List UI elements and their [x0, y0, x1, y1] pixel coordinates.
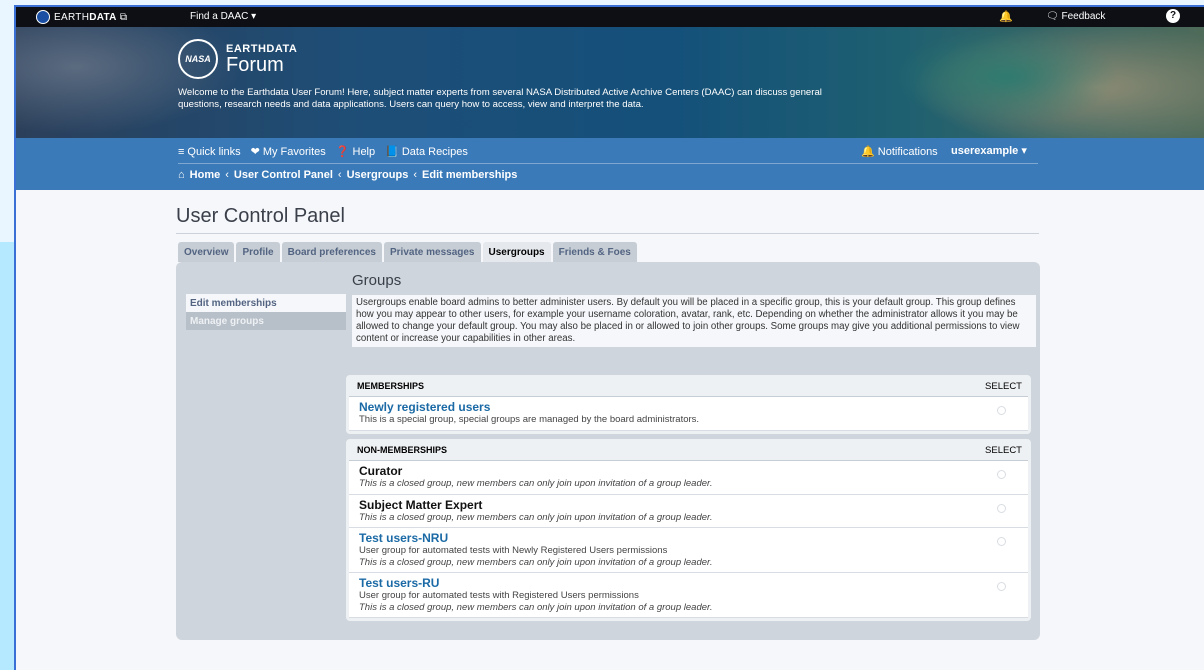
book-icon: 📘 — [385, 146, 399, 158]
memberships-table: MEMBERSHIPS SELECT Newly registered user… — [346, 375, 1031, 434]
data-recipes-link[interactable]: 📘 Data Recipes — [385, 145, 468, 159]
my-favorites-link[interactable]: ❤ My Favorites — [250, 145, 326, 159]
user-menu[interactable]: userexample ▾ — [951, 144, 1027, 157]
nasa-logo-icon: NASA — [178, 39, 218, 79]
bell-icon[interactable]: 🔔 — [999, 10, 1013, 23]
list-item: Curator This is a closed group, new memb… — [349, 461, 1028, 495]
external-link-icon: ⧉ — [119, 11, 128, 23]
forum-intro-text: Welcome to the Earthdata User Forum! Her… — [178, 87, 822, 110]
left-accent-strip — [0, 242, 14, 670]
earthdata-brand-link[interactable]: EARTHDATA ⧉ — [36, 10, 127, 24]
feedback-label: Feedback — [1061, 11, 1106, 22]
memberships-header: MEMBERSHIPS — [357, 381, 425, 391]
page-title: User Control Panel — [176, 205, 345, 227]
forum-logo[interactable]: NASA EARTHDATA Forum — [178, 39, 297, 79]
question-icon: ❓ — [335, 146, 350, 158]
logo-forum-text: Forum — [226, 54, 284, 76]
quick-links-menu[interactable]: ≡ Quick links — [178, 145, 241, 158]
groups-description: Usergroups enable board admins to better… — [352, 295, 1036, 347]
group-select-radio[interactable] — [997, 503, 1006, 513]
username-label: userexample — [951, 145, 1019, 157]
menu-manage-groups[interactable]: Manage groups — [186, 312, 346, 330]
group-select-radio[interactable] — [997, 582, 1006, 591]
list-item: Test users-NRU User group for automated … — [349, 528, 1028, 573]
group-select-radio[interactable] — [997, 406, 1006, 415]
chat-icon: 🗨 — [1046, 11, 1059, 22]
list-item: Newly registered users This is a special… — [349, 397, 1028, 431]
breadcrumb-separator-icon: ‹ — [225, 169, 229, 181]
find-daac-dropdown[interactable]: Find a DAAC ▾ — [190, 11, 256, 22]
list-item: Subject Matter Expert This is a closed g… — [349, 494, 1028, 528]
caret-down-icon: ▾ — [1021, 145, 1027, 157]
group-description: This is a closed group, new members can … — [359, 478, 713, 489]
nasa-mini-icon — [36, 10, 50, 24]
forum-banner: NASA EARTHDATA Forum Welcome to the Eart… — [16, 27, 1204, 138]
tab-board-preferences[interactable]: Board preferences — [281, 242, 382, 262]
breadcrumb-home[interactable]: Home — [190, 169, 221, 181]
group-select-radio[interactable] — [997, 470, 1006, 479]
breadcrumb-ucp[interactable]: User Control Panel — [234, 169, 333, 181]
non-memberships-header: NON-MEMBERSHIPS — [357, 445, 448, 455]
group-description: User group for automated tests with Regi… — [359, 590, 639, 601]
breadcrumb-separator-icon: ‹ — [413, 169, 418, 181]
tab-friends-foes[interactable]: Friends & Foes — [552, 242, 637, 262]
groups-heading: Groups — [352, 272, 402, 289]
help-icon[interactable]: ? — [1166, 9, 1180, 23]
ucp-side-menu: Edit memberships Manage groups — [186, 294, 346, 330]
select-column-header: SELECT — [985, 445, 1022, 456]
breadcrumb-edit-memberships[interactable]: Edit memberships — [422, 169, 517, 181]
non-memberships-table: NON-MEMBERSHIPS SELECT Curator This is a… — [346, 439, 1031, 621]
breadcrumb-usergroups[interactable]: Usergroups — [347, 169, 409, 181]
tab-profile[interactable]: Profile — [236, 242, 280, 262]
group-name-curator: Curator — [359, 464, 403, 478]
earthdata-global-bar: EARTHDATA ⧉ Find a DAAC ▾ 🔔 🗨 Feedback ? — [16, 7, 1204, 27]
heart-icon: ❤ — [250, 146, 260, 158]
help-link[interactable]: ❓ Help — [335, 145, 375, 159]
browser-frame: EARTHDATA ⧉ Find a DAAC ▾ 🔔 🗨 Feedback ?… — [14, 5, 1204, 670]
group-description: User group for automated tests with Newl… — [359, 545, 668, 556]
breadcrumb: ⌂ Home ‹ User Control Panel ‹ Usergroups… — [178, 169, 517, 181]
bell-icon: 🔔 — [861, 146, 875, 158]
tab-overview[interactable]: Overview — [178, 242, 235, 262]
forum-navbar: ≡ Quick links ❤ My Favorites ❓ Help 📘 Data R… — [16, 138, 1204, 190]
breadcrumb-separator-icon: ‹ — [337, 169, 342, 181]
group-link-test-users-ru[interactable]: Test users-RU — [359, 576, 1020, 590]
menu-edit-memberships[interactable]: Edit memberships — [186, 294, 346, 312]
select-column-header: SELECT — [985, 381, 1022, 392]
list-item: Test users-RU User group for automated t… — [349, 573, 1028, 618]
group-description: This is a closed group, new members can … — [359, 601, 713, 613]
tab-usergroups[interactable]: Usergroups — [482, 242, 551, 262]
group-name-subject-matter-expert: Subject Matter Expert — [359, 497, 483, 512]
brand-prefix: EARTH — [54, 11, 90, 23]
home-icon: ⌂ — [178, 169, 185, 181]
group-description: This is a special group, special groups … — [359, 414, 700, 425]
title-divider — [176, 233, 1039, 234]
group-link-newly-registered[interactable]: Newly registered users — [359, 400, 1020, 414]
hamburger-icon: ≡ — [178, 145, 185, 158]
group-link-test-users-nru[interactable]: Test users-NRU — [359, 531, 1020, 545]
group-description: This is a closed group, new members can … — [359, 511, 713, 523]
ucp-tabs: Overview Profile Board preferences Priva… — [178, 242, 637, 262]
brand-bold: DATA — [89, 11, 117, 23]
feedback-link[interactable]: 🗨 Feedback — [1046, 11, 1105, 22]
group-description: This is a closed group, new members can … — [359, 556, 713, 568]
group-select-radio[interactable] — [997, 537, 1006, 546]
nav-divider — [178, 163, 1038, 164]
tab-private-messages[interactable]: Private messages — [383, 242, 481, 262]
notifications-link[interactable]: 🔔 Notifications — [861, 145, 938, 158]
